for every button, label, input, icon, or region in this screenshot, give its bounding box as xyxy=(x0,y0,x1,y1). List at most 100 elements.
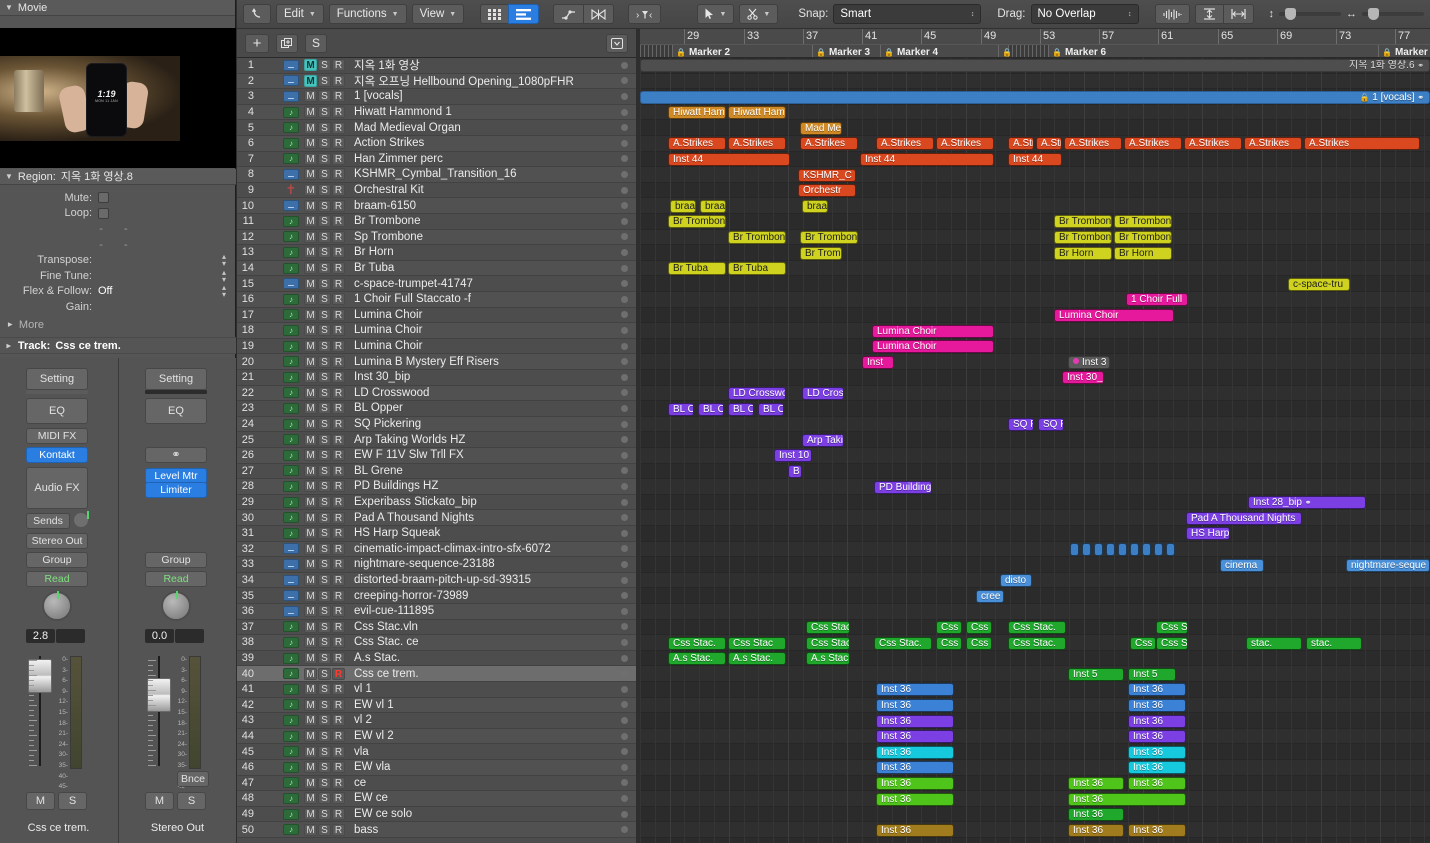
track-solo-button[interactable]: S xyxy=(318,511,331,524)
track-solo-button[interactable]: S xyxy=(318,308,331,321)
track-solo-button[interactable]: S xyxy=(318,683,331,696)
region-clip[interactable]: braa xyxy=(670,199,696,213)
track-automation-dot[interactable] xyxy=(621,389,628,397)
track-name[interactable]: SQ Pickering xyxy=(346,418,621,430)
track-button-group[interactable]: MSR xyxy=(304,293,346,306)
track-automation-dot[interactable] xyxy=(621,498,628,506)
track-mute-button[interactable]: M xyxy=(304,215,317,228)
track-button-group[interactable]: MSR xyxy=(304,449,346,462)
track-mute-button[interactable]: M xyxy=(304,574,317,587)
track-button-group[interactable]: MSR xyxy=(304,480,346,493)
track-button-group[interactable]: MSR xyxy=(304,823,346,836)
track-button-group[interactable]: MSR xyxy=(304,745,346,758)
track-record-button[interactable]: R xyxy=(332,761,345,774)
track-button-group[interactable]: MSR xyxy=(304,418,346,431)
track-automation-dot[interactable] xyxy=(621,77,628,85)
track-solo-button[interactable]: S xyxy=(318,355,331,368)
track-record-button[interactable]: R xyxy=(332,246,345,259)
track-solo-button[interactable]: S xyxy=(318,620,331,633)
track-name[interactable]: Orchestral Kit xyxy=(346,184,621,196)
track-mute-button[interactable]: M xyxy=(304,667,317,680)
track-name[interactable]: KSHMR_Cymbal_Transition_16 xyxy=(346,168,621,180)
duplicate-track-icon[interactable] xyxy=(276,33,298,53)
track-headers-list[interactable]: 1 ⚊ M S R 지옥 1화 영상 2 ⚊ M S R 지옥 오프닝 Hellbound Openi… xyxy=(237,58,636,843)
region-clip[interactable]: 1 Choir Full xyxy=(1126,293,1188,307)
track-button-group[interactable]: MSR xyxy=(304,574,346,587)
region-clip[interactable]: Inst 36 xyxy=(1128,761,1186,775)
track-automation-dot[interactable] xyxy=(621,576,628,584)
track-record-button[interactable]: R xyxy=(332,402,345,415)
region-clip[interactable]: Arp Taki xyxy=(802,433,844,447)
track-record-button[interactable]: R xyxy=(332,137,345,150)
region-clip[interactable]: Css xyxy=(966,620,992,634)
catch-playhead-icon[interactable]: › ‹ xyxy=(628,4,662,24)
track-button-group[interactable]: MSR xyxy=(304,730,346,743)
track-button-group[interactable]: MSR xyxy=(304,106,346,119)
region-clip[interactable]: HS Harp xyxy=(1186,527,1230,541)
track-mute-button[interactable]: M xyxy=(304,184,317,197)
region-clip[interactable]: Inst 36 xyxy=(876,714,954,728)
track-name[interactable]: Sp Trombone xyxy=(346,231,621,243)
track-solo-button[interactable]: S xyxy=(318,745,331,758)
track-record-button[interactable]: R xyxy=(332,542,345,555)
track-mute-button[interactable]: M xyxy=(304,386,317,399)
scissors-tool-icon[interactable]: ▼ xyxy=(739,4,779,24)
track-button-group[interactable]: MSR xyxy=(304,308,346,321)
marker[interactable]: 🔒 Marker 3 xyxy=(812,45,880,57)
region-clip[interactable] xyxy=(1130,542,1139,556)
track-header-row[interactable]: 11 ♪ M S R Br Trombone xyxy=(237,214,636,230)
track-record-button[interactable]: R xyxy=(332,184,345,197)
track-automation-dot[interactable] xyxy=(621,155,628,163)
track-name[interactable]: vl 1 xyxy=(346,683,621,695)
track-solo-button[interactable]: S xyxy=(318,433,331,446)
track-header-row[interactable]: 37 ♪ M S R Css Stac.vln xyxy=(237,620,636,636)
track-name[interactable]: 1 [vocals] xyxy=(346,90,621,102)
track-solo-button[interactable]: S xyxy=(318,464,331,477)
track-mute-button[interactable]: M xyxy=(304,464,317,477)
setting-button[interactable]: Setting xyxy=(26,368,88,390)
track-solo-button[interactable]: S xyxy=(318,386,331,399)
region-clip[interactable]: BL O xyxy=(728,402,754,416)
track-header-row[interactable]: 43 ♪ M S Rvl 2 xyxy=(237,713,636,729)
track-button-group[interactable]: MSR xyxy=(304,277,346,290)
region-clip[interactable]: A.Strikes xyxy=(1064,137,1122,151)
track-record-button[interactable]: R xyxy=(332,277,345,290)
track-button-group[interactable]: MSR xyxy=(304,371,346,384)
track-record-button[interactable]: R xyxy=(332,792,345,805)
region-clip[interactable]: c-space-tru xyxy=(1288,277,1350,291)
region-clip[interactable]: nightmare-seque xyxy=(1346,558,1430,572)
region-clip[interactable]: Css Stac. xyxy=(874,636,932,650)
track-automation-dot[interactable] xyxy=(621,233,628,241)
track-button-group[interactable]: MSR xyxy=(304,433,346,446)
region-clip[interactable]: Inst 36 xyxy=(1068,823,1124,837)
region-clip[interactable]: Br Horn xyxy=(1054,246,1112,260)
track-name[interactable]: EW ce xyxy=(346,792,621,804)
track-automation-dot[interactable] xyxy=(621,560,628,568)
track-automation-dot[interactable] xyxy=(621,342,628,350)
track-mute-button[interactable]: M xyxy=(304,418,317,431)
track-mute-button[interactable]: M xyxy=(304,745,317,758)
channel-strip[interactable]: Setting EQ ⚭ Level Mtr Limiter Group Read 0.0 0-… xyxy=(118,358,235,843)
track-button-group[interactable]: MSR xyxy=(304,402,346,415)
track-button-group[interactable]: MSR xyxy=(304,199,346,212)
track-record-button[interactable]: R xyxy=(332,823,345,836)
track-header-row[interactable]: 7 ♪ M S R Han Zimmer perc xyxy=(237,152,636,168)
track-mute-button[interactable]: M xyxy=(304,730,317,743)
track-button-group[interactable]: MSR xyxy=(304,184,346,197)
track-mute-button[interactable]: M xyxy=(304,683,317,696)
track-mute-button[interactable]: M xyxy=(304,340,317,353)
track-record-button[interactable]: R xyxy=(332,714,345,727)
list-view-icon[interactable] xyxy=(508,4,540,24)
track-solo-button[interactable]: S xyxy=(318,776,331,789)
track-header-row[interactable]: 47 ♪ M S Rce xyxy=(237,776,636,792)
track-record-button[interactable]: R xyxy=(332,433,345,446)
region-clip[interactable]: 지옥 1화 영상.6 ⚭ xyxy=(640,59,1430,73)
track-header-row[interactable]: 44 ♪ M S R EW vl 2 xyxy=(237,728,636,745)
track-automation-dot[interactable] xyxy=(621,748,628,756)
track-button-group[interactable]: MSR xyxy=(304,121,346,134)
track-mute-button[interactable]: M xyxy=(304,776,317,789)
arrange-area[interactable]: 지옥 1화 영상.6 ⚭ 🔒 1 [vocals] ⚭ Hiwatt Ham Hiwa… xyxy=(640,58,1430,843)
track-mute-button[interactable]: M xyxy=(304,511,317,524)
track-record-button[interactable]: R xyxy=(332,527,345,540)
track-automation-dot[interactable] xyxy=(621,467,628,475)
